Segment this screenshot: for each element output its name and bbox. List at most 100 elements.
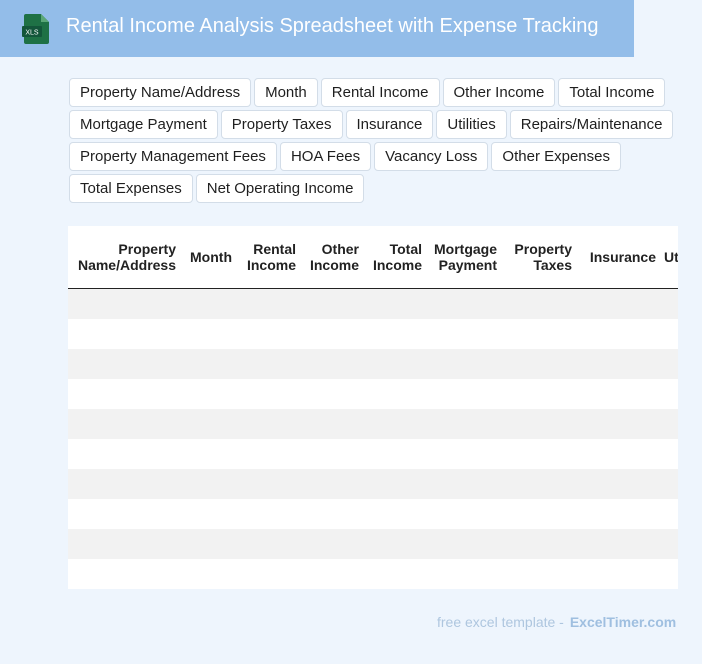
table-cell[interactable]	[363, 378, 426, 409]
column-header-text: Property	[118, 240, 176, 257]
table-cell[interactable]	[68, 468, 180, 499]
table-cell[interactable]	[180, 348, 236, 379]
table-cell[interactable]	[501, 378, 576, 409]
table-cell[interactable]	[501, 408, 576, 439]
table-cell[interactable]	[180, 378, 236, 409]
table-cell[interactable]	[660, 288, 678, 319]
table-cell[interactable]	[576, 288, 660, 319]
table-cell[interactable]	[426, 288, 501, 319]
table-cell[interactable]	[363, 558, 426, 589]
table-cell[interactable]	[300, 528, 363, 559]
table-cell[interactable]	[501, 468, 576, 499]
table-cell[interactable]	[501, 318, 576, 349]
table-cell[interactable]	[300, 378, 363, 409]
table-cell[interactable]	[363, 468, 426, 499]
table-cell[interactable]	[426, 438, 501, 469]
table-cell[interactable]	[300, 498, 363, 529]
table-cell[interactable]	[236, 318, 300, 349]
table-cell[interactable]	[501, 528, 576, 559]
table-cell[interactable]	[501, 348, 576, 379]
table-cell[interactable]	[300, 348, 363, 379]
table-cell[interactable]	[180, 468, 236, 499]
table-row	[68, 288, 678, 319]
table-cell[interactable]	[180, 408, 236, 439]
table-cell[interactable]	[576, 438, 660, 469]
table-cell[interactable]	[236, 528, 300, 559]
table-cell[interactable]	[501, 498, 576, 529]
table-cell[interactable]	[426, 498, 501, 529]
table-cell[interactable]	[576, 408, 660, 439]
table-cell[interactable]	[236, 378, 300, 409]
table-cell[interactable]	[68, 558, 180, 589]
table-cell[interactable]	[363, 498, 426, 529]
table-cell[interactable]	[426, 528, 501, 559]
column-tag: Property Name/Address	[69, 78, 252, 107]
footer-brand-link[interactable]: ExcelTimer.com	[570, 614, 676, 630]
column-tag: Vacancy Loss	[374, 142, 489, 171]
table-cell[interactable]	[180, 438, 236, 469]
table-cell[interactable]	[236, 438, 300, 469]
table-cell[interactable]	[180, 528, 236, 559]
table-cell[interactable]	[363, 438, 426, 469]
table-cell[interactable]	[180, 288, 236, 319]
column-header: Insurance	[576, 226, 660, 289]
table-cell[interactable]	[363, 528, 426, 559]
table-cell[interactable]	[660, 378, 678, 409]
column-tag: Other Income	[442, 78, 556, 107]
table-cell[interactable]	[236, 558, 300, 589]
table-cell[interactable]	[300, 558, 363, 589]
table-cell[interactable]	[236, 468, 300, 499]
table-cell[interactable]	[300, 288, 363, 319]
table-cell[interactable]	[68, 528, 180, 559]
table-cell[interactable]	[660, 528, 678, 559]
column-header-text: Taxes	[533, 256, 572, 273]
table-cell[interactable]	[426, 468, 501, 499]
table-cell[interactable]	[68, 288, 180, 319]
table-cell[interactable]	[363, 288, 426, 319]
table-cell[interactable]	[576, 498, 660, 529]
column-header-text: Other	[321, 240, 359, 257]
table-cell[interactable]	[236, 288, 300, 319]
table-cell[interactable]	[501, 558, 576, 589]
table-cell[interactable]	[660, 558, 678, 589]
table-cell[interactable]	[426, 558, 501, 589]
table-cell[interactable]	[660, 438, 678, 469]
table-cell[interactable]	[236, 408, 300, 439]
table-cell[interactable]	[363, 318, 426, 349]
table-cell[interactable]	[426, 348, 501, 379]
table-cell[interactable]	[660, 498, 678, 529]
table-cell[interactable]	[300, 318, 363, 349]
column-tag: Repairs/Maintenance	[509, 110, 674, 139]
table-cell[interactable]	[501, 288, 576, 319]
table-cell[interactable]	[300, 468, 363, 499]
table-cell[interactable]	[363, 408, 426, 439]
table-cell[interactable]	[426, 318, 501, 349]
table-cell[interactable]	[180, 318, 236, 349]
table-cell[interactable]	[300, 438, 363, 469]
table-cell[interactable]	[576, 378, 660, 409]
table-cell[interactable]	[236, 498, 300, 529]
table-cell[interactable]	[660, 348, 678, 379]
table-cell[interactable]	[426, 408, 501, 439]
table-cell[interactable]	[68, 438, 180, 469]
table-cell[interactable]	[660, 318, 678, 349]
table-cell[interactable]	[68, 408, 180, 439]
table-cell[interactable]	[576, 528, 660, 559]
table-cell[interactable]	[660, 408, 678, 439]
table-cell[interactable]	[660, 468, 678, 499]
table-cell[interactable]	[501, 438, 576, 469]
table-cell[interactable]	[68, 318, 180, 349]
table-cell[interactable]	[576, 558, 660, 589]
table-cell[interactable]	[236, 348, 300, 379]
table-cell[interactable]	[180, 558, 236, 589]
table-cell[interactable]	[68, 348, 180, 379]
table-cell[interactable]	[363, 348, 426, 379]
table-cell[interactable]	[426, 378, 501, 409]
table-cell[interactable]	[576, 348, 660, 379]
table-cell[interactable]	[180, 498, 236, 529]
table-cell[interactable]	[576, 468, 660, 499]
table-cell[interactable]	[576, 318, 660, 349]
table-cell[interactable]	[68, 378, 180, 409]
table-cell[interactable]	[300, 408, 363, 439]
table-cell[interactable]	[68, 498, 180, 529]
